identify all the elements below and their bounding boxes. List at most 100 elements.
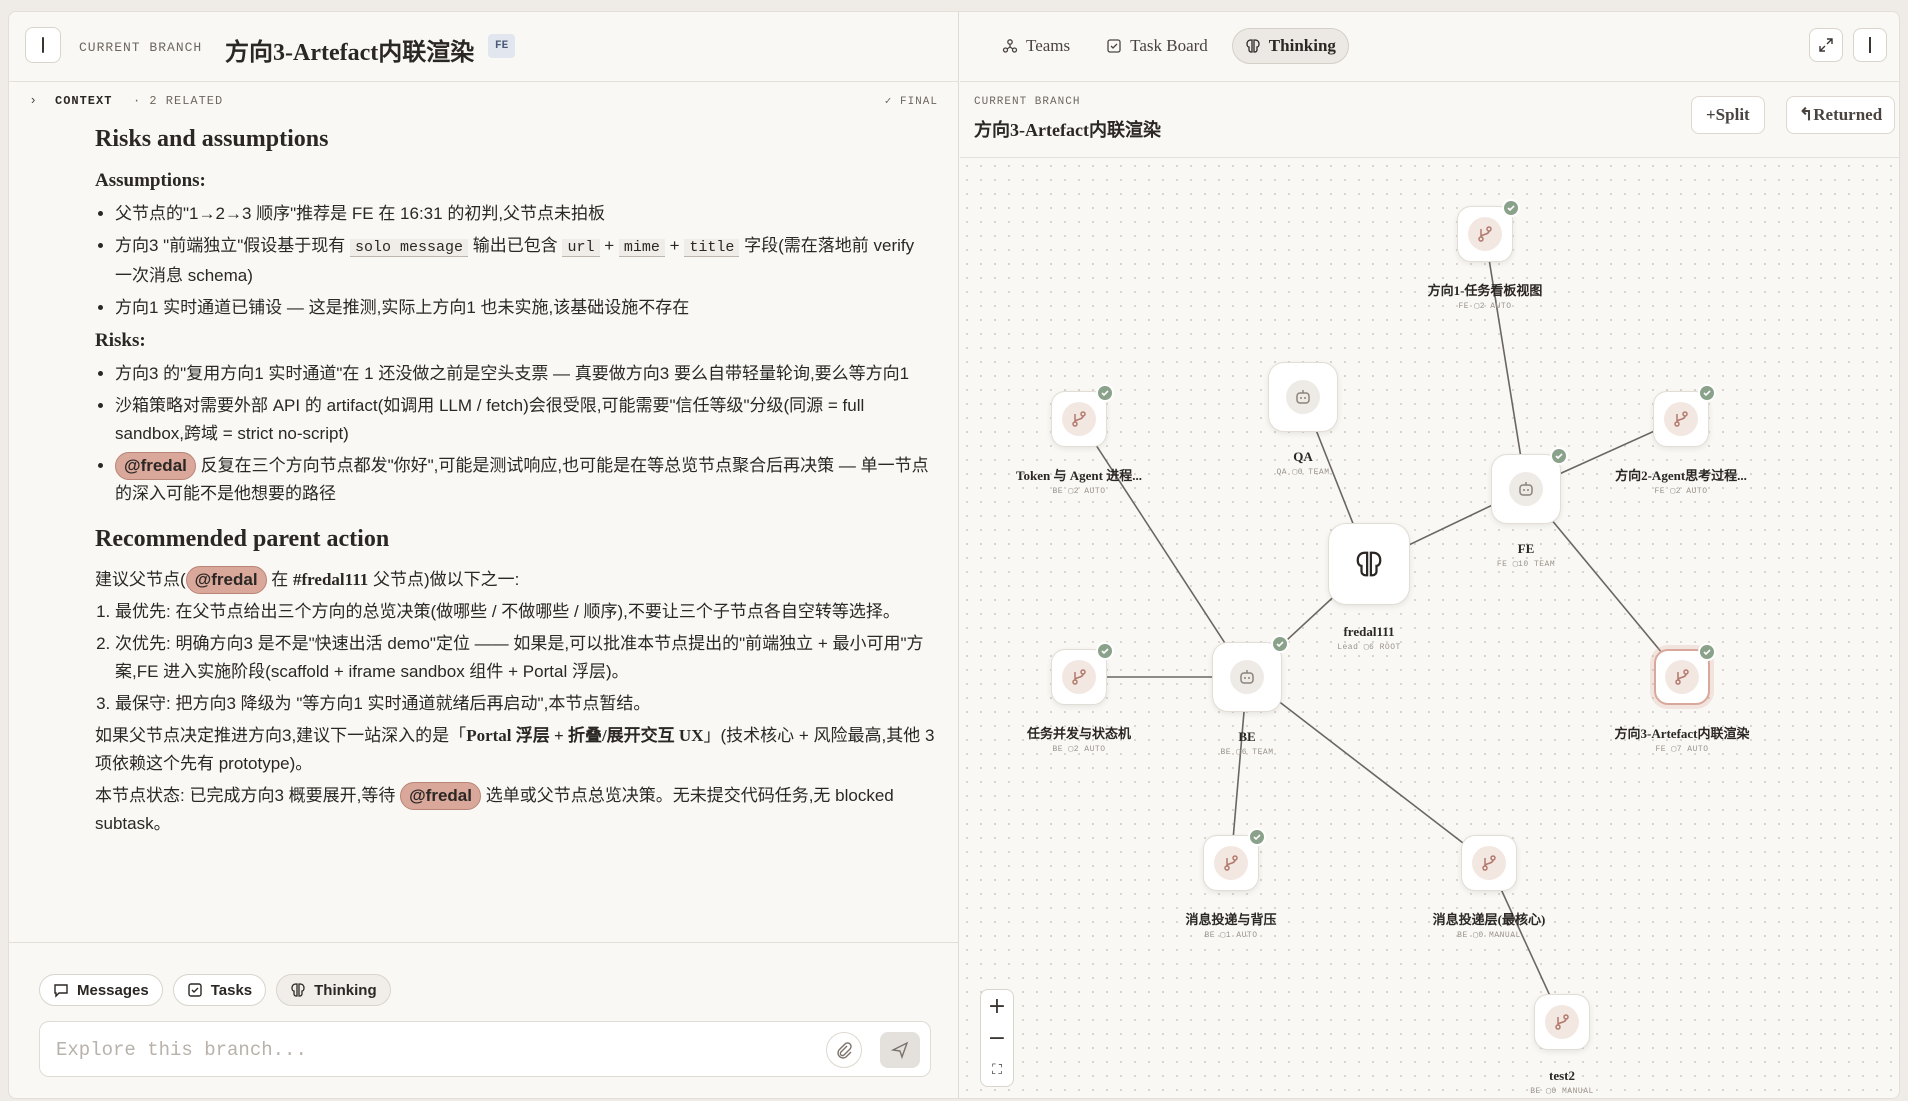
assumptions-heading: Assumptions: [95,170,206,191]
returned-button[interactable]: ↰Returned [1786,96,1896,134]
code-span: solo message [349,239,469,257]
tab-task-board[interactable]: Task Board [1094,28,1220,64]
done-check-badge [1248,828,1266,846]
teams-label: Teams [1026,36,1071,55]
text: 字段(需在落地前 [744,236,869,255]
graph-node-msg2[interactable] [1461,835,1517,891]
split-button[interactable]: +Split [1691,96,1765,134]
graph-pane: Teams Task Board Thinking CURRENT BRANCH… [960,12,1899,1098]
node-icon-wrap [1472,846,1506,880]
view-chips: Messages Tasks Thinking [39,974,391,1006]
expand-button[interactable] [1809,28,1843,62]
node-icon-wrap [1545,1005,1579,1039]
graph-node-d1[interactable] [1457,199,1520,262]
node-icon-wrap [1665,660,1699,694]
check-icon [1555,453,1563,460]
context-toggle[interactable]: › CONTEXT · 2 RELATED ✓ FINAL [9,82,958,118]
done-check-badge [1698,384,1716,402]
check-icon [1101,648,1109,655]
bold-text: Portal 浮层 + 折叠/展开交互 UX [466,726,704,745]
done-check-badge [1550,447,1568,465]
fit-view-button[interactable]: ⛶ [981,1054,1013,1086]
git-branch-icon [1478,226,1492,242]
list-item: 方向1 实时通道已铺设 — 这是推测,实际上方向1 也未实施,该基础设施不存在 [115,294,935,322]
tab-teams[interactable]: Teams [990,28,1082,64]
context-label: CONTEXT [55,94,113,108]
attach-button[interactable] [826,1032,862,1068]
graph-node-label: fredal111 Lead ▢6 ROOT [1337,624,1401,652]
node-meta: BE ▢0 MANUAL [1530,1087,1594,1096]
mention-chip[interactable]: @fredal [400,782,481,810]
node-meta: FE ▢7 AUTO [1655,745,1709,754]
graph-edge [1246,676,1490,864]
node-meta: FE ▢2 AUTO [1654,487,1708,496]
heading-risks: Risks and assumptions [95,126,329,152]
branch-graph-canvas[interactable]: + − ⛶ 方向1-任务看板视图 FE ▢2 AUTO QA QA ▢0 TEAM To… [960,159,1899,1098]
list-item: @fredal 反复在三个方向节点都发"你好",可能是测试响应,也可能是在等总览… [115,452,935,508]
final-status: ✓ FINAL [885,94,938,108]
mention-chip[interactable]: @fredal [115,452,196,480]
mention-chip[interactable]: @fredal [185,566,267,594]
thinking-label: Thinking [314,981,377,999]
heading-recommended: Recommended parent action [95,526,390,552]
graph-node-task[interactable] [1051,642,1114,705]
thinking-chip[interactable]: Thinking [276,974,391,1006]
code-span: url [562,239,600,257]
tab-thinking[interactable]: Thinking [1231,28,1349,64]
graph-node-root[interactable] [1328,523,1410,605]
paragraph: 如果父节点决定推进方向3,建议下一站深入的是「Portal 浮层 + 折叠/展开… [95,722,935,778]
node-meta: BE ▢2 AUTO [1052,745,1106,754]
brain-icon [1246,39,1260,53]
robot-icon [1240,670,1254,684]
graph-node-label: 任务并发与状态机 BE ▢2 AUTO [1027,723,1131,754]
list-item: 最保守: 把方向3 降级为 "等方向1 实时通道就绪后再启动",本节点暂结。 [115,690,935,718]
node-name: BE [1238,729,1256,744]
check-icon [1101,390,1109,397]
graph-node-label: 方向2-Agent思考过程... FE ▢2 AUTO [1615,465,1747,496]
text: 反复在三个方向节点都发"你好",可能是测试响应,也可能是在等总览节点聚合后再决策… [115,456,929,503]
messages-chip[interactable]: Messages [39,974,163,1006]
graph-node-be[interactable] [1212,635,1289,712]
git-branch-icon [1555,1014,1569,1030]
assumptions-list: 父节点的"1→2→3 顺序"推荐是 FE 在 16:31 的初判,父节点未拍板 … [95,200,935,322]
toggle-sidebar-button[interactable] [25,27,61,63]
graph-node-msg1[interactable] [1203,828,1266,891]
zoom-out-button[interactable]: − [981,1022,1013,1054]
text: + [669,236,680,255]
check-icon [1276,641,1284,648]
list-item: 沙箱策略对需要外部 API 的 artifact(如调用 LLM / fetch… [115,392,935,448]
current-branch-label: CURRENT BRANCH [79,40,203,55]
zoom-in-button[interactable]: + [981,990,1013,1022]
zoom-controls: + − ⛶ [980,989,1014,1087]
branch-title: 方向3-Artefact内联渲染 [225,40,475,66]
check-icon [1507,205,1515,212]
graph-node-test2[interactable] [1534,994,1590,1050]
right-header: Teams Task Board Thinking [960,12,1899,82]
list-item: 方向3 "前端独立"假设基于现有 solo message 输出已包含 url … [115,232,935,290]
node-name: Token 与 Agent 进程... [1016,468,1142,483]
tasks-chip[interactable]: Tasks [172,974,267,1006]
graph-node-d3[interactable] [1654,643,1716,705]
graph-node-label: QA QA ▢0 TEAM [1276,449,1329,477]
text: + [604,236,615,255]
current-branch-label: CURRENT BRANCH [974,96,1081,108]
app-window: CURRENT BRANCH 方向3-Artefact内联渲染 FE › CON… [8,11,1900,1099]
git-branch-icon [1224,855,1238,871]
explore-input[interactable] [56,1034,796,1066]
code-span: title [684,239,740,257]
send-button[interactable] [880,1032,920,1068]
graph-node-fe[interactable] [1491,447,1568,524]
graph-node-d2[interactable] [1653,384,1716,447]
toggle-panel-button[interactable] [1853,28,1887,62]
graph-node-qa[interactable] [1268,362,1338,432]
node-icon-wrap [1468,217,1502,251]
messages-label: Messages [77,981,149,999]
done-check-badge [1096,642,1114,660]
risks-heading: Risks: [95,330,146,351]
node-icon-wrap [1230,660,1264,694]
graph-node-token[interactable] [1051,384,1114,447]
git-branch-icon [1482,855,1496,871]
related-count: · 2 RELATED [133,94,224,108]
graph-node-label: BE BE ▢6 TEAM [1220,729,1273,757]
divider [9,942,958,943]
